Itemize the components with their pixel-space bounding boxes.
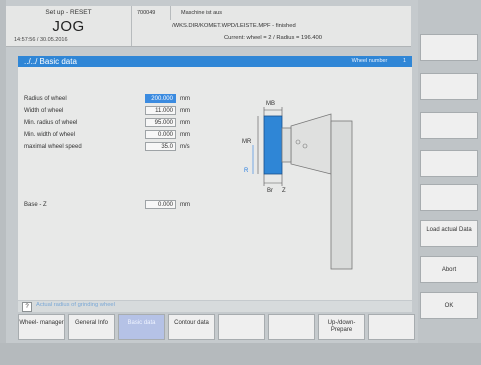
wheel-manager-button[interactable]: Wheel- manager: [18, 314, 65, 340]
diagram-label-br: Br: [267, 188, 273, 194]
page-header: ../../ Basic data Wheel number 1: [18, 56, 412, 67]
param-row-base-z: Base - Z 0.000 mm: [24, 200, 224, 210]
help-message: Actual radius of grinding wheel: [36, 302, 115, 308]
date-time: 14:57:56 / 30.05.2016: [14, 37, 68, 43]
load-actual-data-button[interactable]: Load actual Data: [420, 220, 478, 247]
mode-label: Set up - RESET: [45, 9, 92, 16]
spindle-column: [330, 120, 353, 270]
page-title: ../../ Basic data: [24, 57, 77, 66]
diagram-label-mb: MB: [266, 101, 275, 107]
diagram-label-mr: MR: [242, 139, 252, 145]
param-unit: m/s: [180, 144, 190, 150]
grinding-wheel: [263, 115, 283, 175]
param-label: maximal wheel speed: [24, 144, 82, 150]
cnc-screen: Set up - RESET JOG 14:57:56 / 30.05.2016…: [0, 0, 481, 365]
wheel-diagram: MB MR R Br Z: [236, 96, 386, 276]
param-unit: mm: [180, 202, 190, 208]
min-radius-input[interactable]: 95.000: [145, 118, 176, 127]
alarm-box: 700049: [134, 6, 171, 20]
softkey-v5[interactable]: [420, 184, 478, 211]
softkey-v3[interactable]: [420, 112, 478, 139]
param-label: Base - Z: [24, 202, 47, 208]
param-row-min-width: Min. width of wheel 0.000 mm: [24, 130, 224, 140]
message-bar: ? Actual radius of grinding wheel: [18, 301, 412, 312]
contour-data-button[interactable]: Contour data: [168, 314, 215, 340]
diagram-label-z: Z: [282, 188, 286, 194]
horizontal-softkey-bar: Wheel- manager General Info Basic data C…: [18, 314, 415, 340]
general-info-button[interactable]: General Info: [68, 314, 115, 340]
up-down-prepare-button[interactable]: Up-/down- Prepare: [318, 314, 365, 340]
softkey-v2[interactable]: [420, 73, 478, 100]
help-icon[interactable]: ?: [22, 302, 32, 312]
min-width-input[interactable]: 0.000: [145, 130, 176, 139]
param-row-radius: Radius of wheel 200.000 mm: [24, 94, 224, 104]
bottom-bezel: [0, 343, 481, 365]
mode-name: JOG: [52, 18, 85, 35]
program-path: /WKS.DIR/KOMET.WPD/LEISTE.MPF - finished: [172, 23, 296, 29]
param-unit: mm: [180, 108, 190, 114]
param-row-width: Width of wheel 11.000 mm: [24, 106, 224, 116]
width-of-wheel-input[interactable]: 11.000: [145, 106, 176, 115]
param-unit: mm: [180, 120, 190, 126]
param-label: Width of wheel: [24, 108, 64, 114]
softkey-h6[interactable]: [268, 314, 315, 340]
base-z-input[interactable]: 0.000: [145, 200, 176, 209]
max-wheel-speed-input[interactable]: 35.0: [145, 142, 176, 151]
left-bezel: [0, 0, 6, 365]
param-label: Min. width of wheel: [24, 132, 76, 138]
param-unit: mm: [180, 96, 190, 102]
softkey-v1[interactable]: [420, 34, 478, 61]
status-bar: Set up - RESET JOG 14:57:56 / 30.05.2016…: [6, 6, 411, 47]
alarm-text: Maschine ist aus: [181, 10, 222, 16]
param-unit: mm: [180, 132, 190, 138]
wheel-flange: [281, 127, 292, 163]
wheel-diagram-svg: [252, 107, 353, 270]
basic-data-tab[interactable]: Basic data: [118, 314, 165, 340]
wheel-number-indicator: Wheel number 1: [352, 56, 406, 67]
mode-box: Set up - RESET JOG 14:57:56 / 30.05.2016: [6, 6, 132, 46]
abort-button[interactable]: Abort: [420, 256, 478, 283]
param-label: Min. radius of wheel: [24, 120, 78, 126]
softkey-h8[interactable]: [368, 314, 415, 340]
softkey-v4[interactable]: [420, 150, 478, 177]
diagram-label-r: R: [244, 168, 249, 174]
wheel-number-label: Wheel number: [351, 58, 388, 64]
param-row-max-speed: maximal wheel speed 35.0 m/s: [24, 142, 224, 152]
ok-button[interactable]: OK: [420, 292, 478, 319]
alarm-number: 700049: [137, 10, 156, 16]
radius-of-wheel-input[interactable]: 200.000: [145, 94, 176, 103]
vertical-softkey-bar: Load actual Data Abort OK: [418, 0, 481, 365]
current-wheel-info: Current: wheel = 2 / Radius = 196.400: [224, 35, 322, 41]
param-label: Radius of wheel: [24, 96, 67, 102]
wheel-number-value: 1: [402, 58, 406, 64]
param-row-min-radius: Min. radius of wheel 95.000 mm: [24, 118, 224, 128]
softkey-h5[interactable]: [218, 314, 265, 340]
